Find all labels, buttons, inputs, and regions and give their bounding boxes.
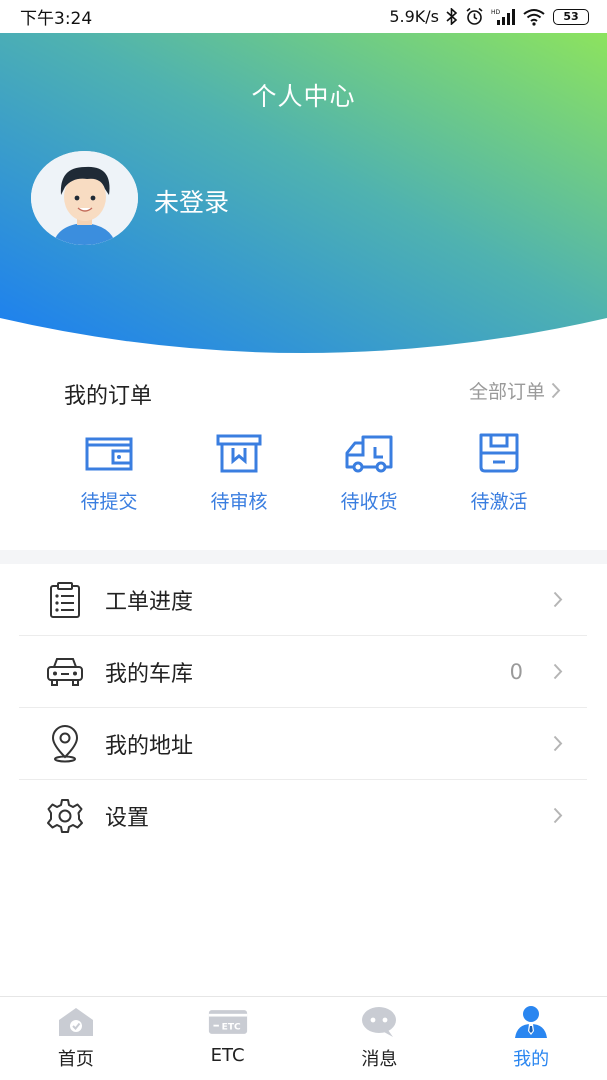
tab-home[interactable]: 首页: [0, 997, 152, 1080]
login-status[interactable]: 未登录: [154, 183, 229, 219]
section-divider: [0, 550, 607, 564]
all-orders-link[interactable]: 全部订单: [469, 377, 561, 404]
tab-etc[interactable]: ETC ETC: [152, 997, 304, 1080]
etc-card-icon: ETC: [208, 1005, 248, 1039]
chevron-right-icon: [553, 591, 563, 608]
menu-item-label: 工单进度: [105, 589, 194, 615]
svg-text:HD: HD: [491, 9, 501, 16]
avatar-face-icon: [31, 151, 138, 245]
clipboard-icon: [39, 580, 91, 620]
tab-label: 我的: [513, 1049, 550, 1070]
page-title: 个人中心: [251, 82, 356, 111]
order-status-label: 待审核: [210, 491, 268, 513]
order-status-pending-activation[interactable]: 待激活: [434, 431, 564, 514]
status-indicators: 5.9K/s HD 53: [389, 7, 589, 26]
wifi-icon: [523, 8, 545, 26]
orders-title: 我的订单: [64, 384, 153, 409]
my-orders-section: 我的订单 全部订单 待提交 待审核 待收货 待激活: [0, 365, 607, 550]
order-status-label: 待提交: [80, 491, 138, 513]
chevron-right-icon: [553, 807, 563, 824]
car-icon: [39, 652, 91, 692]
avatar[interactable]: [31, 151, 138, 245]
tab-mine[interactable]: 我的: [455, 997, 607, 1080]
home-icon: [56, 1005, 96, 1039]
menu-item-settings[interactable]: 设置: [19, 780, 587, 852]
bluetooth-icon: [446, 8, 458, 25]
delivery-truck-icon: [345, 435, 393, 473]
menu-item-my-garage[interactable]: 我的车库 0: [19, 636, 587, 708]
chevron-right-icon: [551, 382, 561, 399]
profile-icon: [511, 1005, 551, 1039]
signal-icon: HD: [491, 8, 515, 25]
tab-label: 消息: [361, 1049, 398, 1070]
activate-icon: [479, 433, 519, 473]
menu-item-label: 设置: [105, 806, 150, 831]
garage-count: 0: [509, 659, 523, 684]
order-status-pending-submit[interactable]: 待提交: [44, 431, 174, 514]
gear-icon: [39, 796, 91, 836]
chevron-right-icon: [553, 735, 563, 752]
tab-label: ETC: [210, 1045, 245, 1066]
battery-indicator: 53: [553, 8, 589, 25]
message-icon: [359, 1005, 399, 1039]
review-box-icon: [216, 434, 262, 473]
menu-item-my-address[interactable]: 我的地址: [19, 708, 587, 780]
svg-text:ETC: ETC: [221, 1022, 240, 1032]
status-bar: 下午3:24 5.9K/s HD 53: [0, 0, 607, 33]
wallet-icon: [85, 437, 133, 471]
profile-header: 个人中心 未登录: [0, 33, 607, 363]
order-status-label: 待收货: [340, 491, 398, 513]
order-status-pending-review[interactable]: 待审核: [174, 431, 304, 514]
order-status-pending-receipt[interactable]: 待收货: [304, 431, 434, 514]
order-status-label: 待激活: [470, 491, 528, 513]
tab-label: 首页: [57, 1049, 94, 1070]
status-time: 下午3:24: [20, 9, 93, 29]
menu-item-label: 我的地址: [105, 733, 194, 759]
bottom-tab-bar: 首页 ETC ETC 消息 我的: [0, 996, 607, 1080]
network-speed: 5.9K/s: [389, 7, 439, 26]
location-pin-icon: [39, 724, 91, 764]
menu-item-work-order-progress[interactable]: 工单进度: [19, 564, 587, 636]
profile-menu: 工单进度 我的车库 0 我的地址 设置: [19, 564, 587, 852]
menu-item-label: 我的车库: [105, 661, 194, 687]
order-status-list: 待提交 待审核 待收货 待激活: [0, 431, 607, 514]
alarm-icon: [466, 7, 483, 25]
all-orders-label: 全部订单: [468, 381, 545, 403]
tab-messages[interactable]: 消息: [304, 997, 456, 1080]
chevron-right-icon: [553, 663, 563, 680]
